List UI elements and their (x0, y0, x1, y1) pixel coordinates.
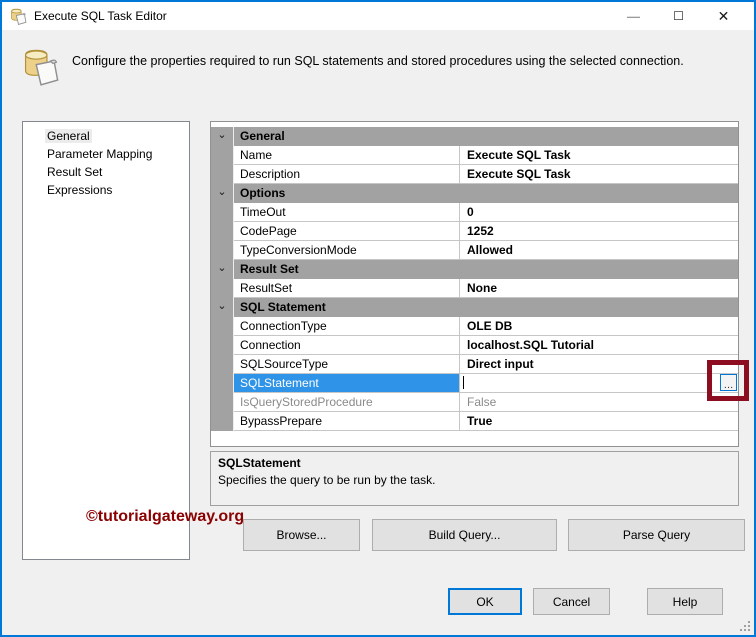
property-value: None (460, 279, 738, 298)
property-name: Connection (234, 336, 460, 355)
property-value: Direct input (460, 355, 738, 374)
row-gutter (211, 203, 234, 222)
row-gutter (211, 317, 234, 336)
category-row-options[interactable]: ⌄ Options (211, 184, 738, 203)
category-label: Result Set (240, 262, 299, 276)
property-name: CodePage (234, 222, 460, 241)
row-gutter: ⌄ (211, 184, 234, 203)
row-gutter: ⌄ (211, 127, 234, 146)
property-value: Allowed (460, 241, 738, 260)
property-row-timeout[interactable]: TimeOut 0 (211, 203, 738, 222)
property-row-sqlsourcetype[interactable]: SQLSourceType Direct input (211, 355, 738, 374)
property-value: Execute SQL Task (460, 146, 738, 165)
cancel-button[interactable]: Cancel (533, 588, 610, 615)
property-value: True (460, 412, 738, 431)
nav-item-expressions[interactable]: Expressions (23, 181, 189, 199)
category-row-result-set[interactable]: ⌄ Result Set (211, 260, 738, 279)
property-value: 0 (460, 203, 738, 222)
row-gutter (211, 165, 234, 184)
category-label: Options (240, 186, 286, 200)
nav-item-label: Expressions (47, 183, 113, 197)
minimize-button[interactable]: — (611, 2, 656, 30)
browse-button[interactable]: Browse... (243, 519, 360, 551)
property-name: TypeConversionMode (234, 241, 460, 260)
property-value: localhost.SQL Tutorial (460, 336, 738, 355)
chevron-down-icon: ⌄ (217, 185, 227, 198)
dialog-description: Configure the properties required to run… (72, 54, 684, 68)
resize-grip[interactable] (740, 621, 750, 631)
row-gutter: ⌄ (211, 298, 234, 317)
property-row-connectiontype[interactable]: ConnectionType OLE DB (211, 317, 738, 336)
ok-button[interactable]: OK (448, 588, 522, 615)
row-gutter (211, 222, 234, 241)
execute-sql-task-editor-dialog: Execute SQL Task Editor — ☐ ✕ Configure … (0, 0, 756, 637)
property-value: False (460, 393, 738, 412)
watermark-text: ©tutorialgateway.org (86, 508, 245, 525)
property-row-connection[interactable]: Connection localhost.SQL Tutorial (211, 336, 738, 355)
ellipsis-button[interactable]: … (720, 374, 737, 391)
nav-item-label: General (45, 129, 92, 143)
category-label: SQL Statement (240, 300, 326, 314)
row-gutter (211, 146, 234, 165)
row-gutter (211, 412, 234, 431)
property-grid: ⌄ General Name Execute SQL Task Description E… (210, 121, 739, 447)
chevron-down-icon: ⌄ (217, 299, 227, 312)
sql-task-header-icon (24, 49, 59, 86)
text-caret (463, 376, 464, 389)
property-description-title: SQLStatement (218, 456, 301, 470)
property-name: SQLSourceType (234, 355, 460, 374)
nav-item-label: Result Set (47, 165, 103, 179)
build-query-button[interactable]: Build Query... (372, 519, 557, 551)
property-name: BypassPrepare (234, 412, 460, 431)
row-gutter (211, 393, 234, 412)
chevron-down-icon: ⌄ (217, 261, 227, 274)
property-row-isquerystoredprocedure[interactable]: IsQueryStoredProcedure False (211, 393, 738, 412)
property-name: SQLStatement (234, 374, 460, 393)
property-value: 1252 (460, 222, 738, 241)
category-row-sql-statement[interactable]: ⌄ SQL Statement (211, 298, 738, 317)
property-value: Execute SQL Task (460, 165, 738, 184)
window-title: Execute SQL Task Editor (34, 9, 167, 23)
property-name: TimeOut (234, 203, 460, 222)
property-row-sqlstatement[interactable]: SQLStatement … (211, 374, 738, 393)
row-gutter (211, 355, 234, 374)
property-row-resultset[interactable]: ResultSet None (211, 279, 738, 298)
property-row-typeconversionmode[interactable]: TypeConversionMode Allowed (211, 241, 738, 260)
maximize-button[interactable]: ☐ (656, 2, 701, 30)
property-name: Description (234, 165, 460, 184)
nav-item-parameter-mapping[interactable]: Parameter Mapping (23, 145, 189, 163)
property-name: ConnectionType (234, 317, 460, 336)
row-gutter (211, 279, 234, 298)
row-gutter: ⌄ (211, 260, 234, 279)
property-name: ResultSet (234, 279, 460, 298)
sql-task-icon (11, 8, 27, 25)
property-name: IsQueryStoredProcedure (234, 393, 460, 412)
nav-item-label: Parameter Mapping (47, 147, 153, 161)
row-gutter (211, 241, 234, 260)
nav-item-result-set[interactable]: Result Set (23, 163, 189, 181)
category-row-general[interactable]: ⌄ General (211, 127, 738, 146)
category-label: General (240, 129, 285, 143)
property-name: Name (234, 146, 460, 165)
nav-item-general[interactable]: General (23, 127, 189, 145)
property-description-panel: SQLStatement Specifies the query to be r… (210, 451, 739, 506)
property-row-description[interactable]: Description Execute SQL Task (211, 165, 738, 184)
property-row-codepage[interactable]: CodePage 1252 (211, 222, 738, 241)
property-value[interactable]: … (460, 374, 738, 393)
property-row-name[interactable]: Name Execute SQL Task (211, 146, 738, 165)
property-value: OLE DB (460, 317, 738, 336)
chevron-down-icon: ⌄ (217, 128, 227, 141)
pages-list: General Parameter Mapping Result Set Expres… (22, 121, 190, 560)
close-button[interactable]: ✕ (701, 2, 746, 30)
property-description-text: Specifies the query to be run by the tas… (218, 473, 436, 487)
property-row-bypassprepare[interactable]: BypassPrepare True (211, 412, 738, 431)
row-gutter (211, 336, 234, 355)
row-gutter (211, 374, 234, 393)
help-button[interactable]: Help (647, 588, 723, 615)
titlebar[interactable]: Execute SQL Task Editor — ☐ ✕ (2, 2, 754, 30)
parse-query-button[interactable]: Parse Query (568, 519, 745, 551)
